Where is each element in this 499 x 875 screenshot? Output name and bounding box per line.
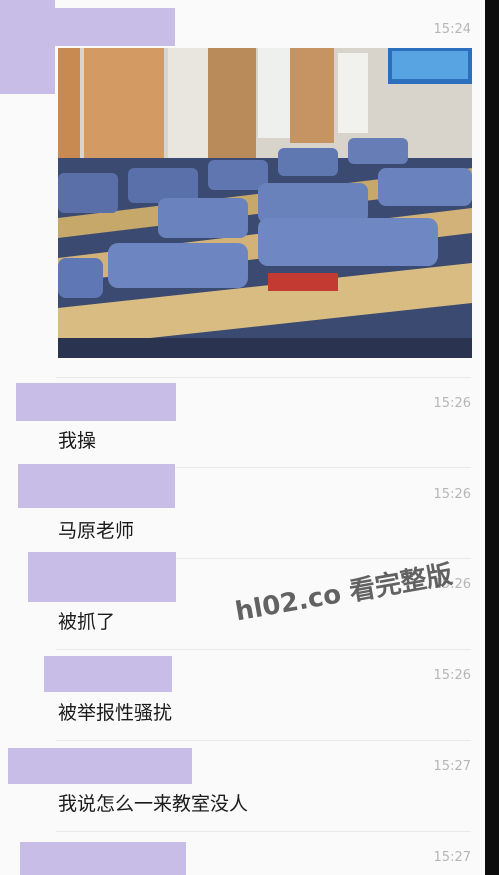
message-divider xyxy=(56,740,471,741)
message-divider xyxy=(56,377,471,378)
sender-redaction xyxy=(20,842,186,875)
message-text: 马原老师 xyxy=(58,520,135,542)
message-timestamp: 15:27 xyxy=(433,850,471,865)
message-divider xyxy=(56,649,471,650)
message-timestamp: 15:26 xyxy=(433,487,471,502)
message-text: 被举报性骚扰 xyxy=(58,702,173,724)
message-text: 被抓了 xyxy=(58,611,116,633)
sender-redaction xyxy=(0,0,55,94)
sender-redaction xyxy=(18,464,175,508)
message-divider xyxy=(56,831,471,832)
classroom-photo[interactable] xyxy=(58,48,472,358)
message-timestamp: 15:24 xyxy=(433,22,471,37)
message-text: 我操 xyxy=(58,430,97,452)
sender-redaction xyxy=(28,552,176,602)
sender-redaction xyxy=(8,748,192,784)
sender-redaction xyxy=(44,656,172,692)
message-text: 我说怎么一来教室没人 xyxy=(58,793,249,815)
sender-redaction xyxy=(55,8,175,46)
message-timestamp: 15:27 xyxy=(433,759,471,774)
watermark-text: hl02.co 看完整版 xyxy=(233,559,455,628)
message-timestamp: 15:26 xyxy=(433,668,471,683)
right-edge-bar xyxy=(485,0,499,875)
classroom-photo-drawing xyxy=(58,48,472,358)
message-timestamp: 15:26 xyxy=(433,396,471,411)
sender-redaction xyxy=(16,383,176,421)
